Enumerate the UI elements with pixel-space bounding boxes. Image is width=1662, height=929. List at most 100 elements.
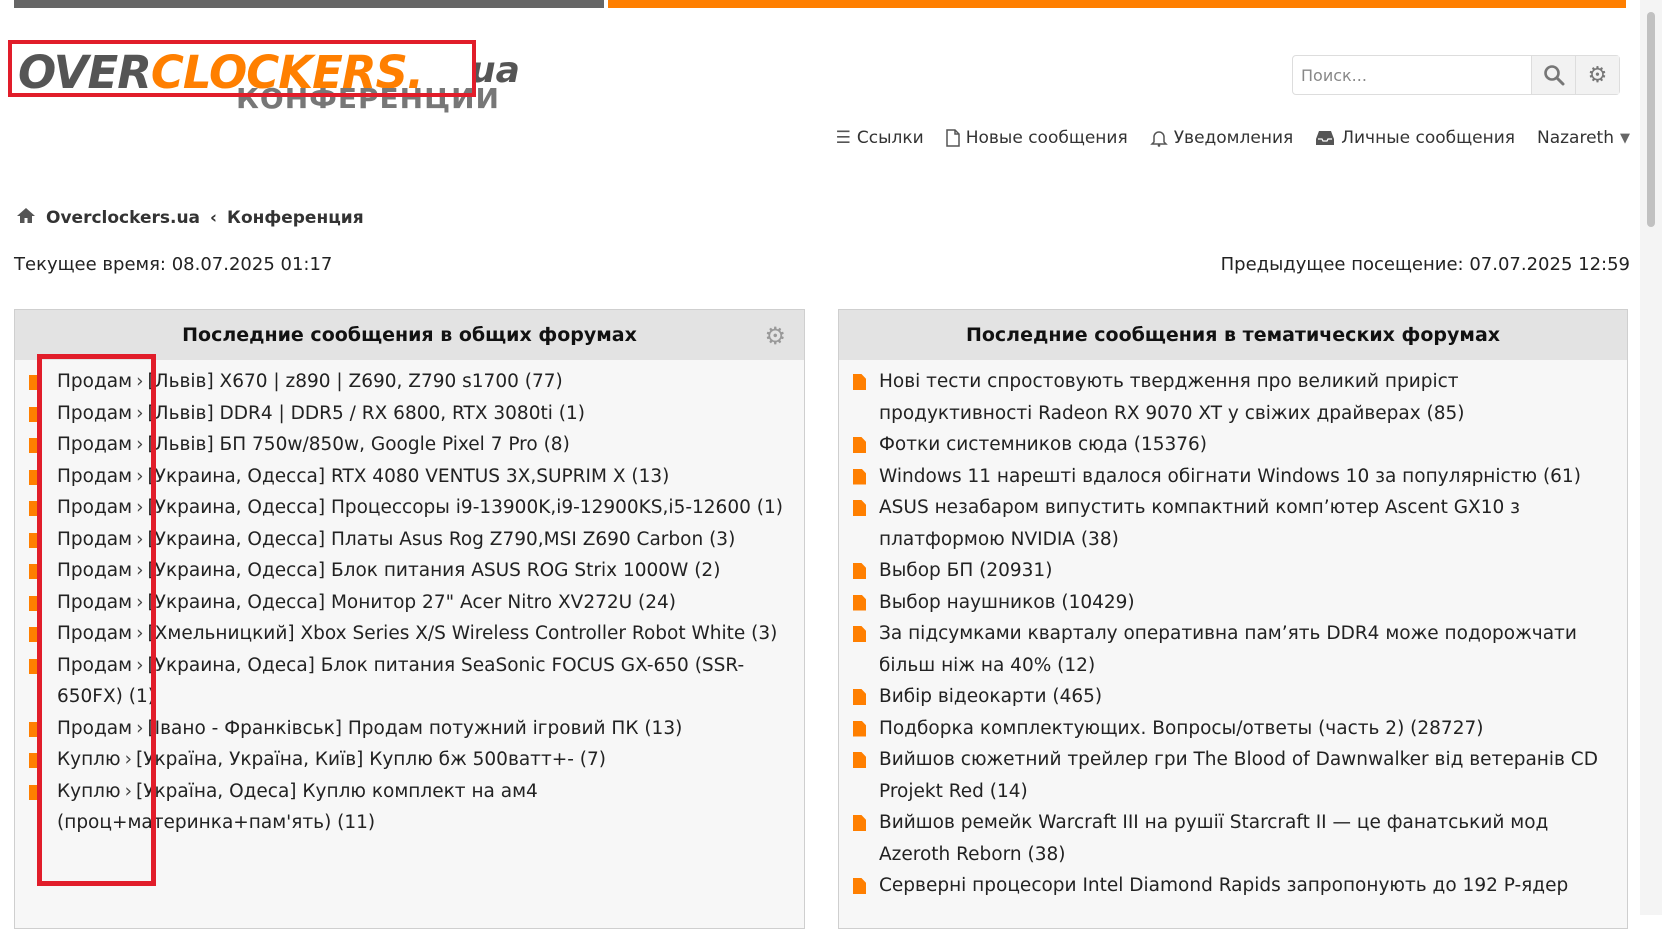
top-nav: ☰ Ссылки Новые сообщения Уведомления Лич…: [836, 128, 1630, 148]
document-icon: [853, 468, 866, 485]
post-category[interactable]: Продам: [57, 718, 132, 739]
site-logo[interactable]: OVERCLOCKERS. ua КОНФЕРЕНЦИИ: [8, 40, 520, 115]
search-settings-button[interactable]: ⚙: [1575, 56, 1619, 94]
post-title[interactable]: [Івано - Франківськ] Продам потужний ігр…: [147, 718, 682, 739]
post-title[interactable]: Нові тести спростовують твердження про в…: [879, 371, 1465, 424]
gear-icon[interactable]: ⚙: [764, 322, 786, 350]
list-item[interactable]: Вийшов ремейк Warcraft III на рушії Star…: [853, 807, 1615, 870]
list-item[interactable]: Фотки системников сюда (15376): [853, 429, 1615, 461]
list-item[interactable]: Продам › [Украина, Одесса] RTX 4080 VENTUS…: [29, 461, 792, 493]
scrollbar[interactable]: [1640, 0, 1662, 915]
marketplace-icon: [29, 501, 41, 516]
post-title[interactable]: [Украина, Одесса] Монитор 27" Acer Nitro…: [147, 592, 676, 613]
document-icon: [853, 374, 866, 390]
list-item[interactable]: Выбор наушников (10429): [853, 587, 1615, 619]
chevron-right-icon: ›: [136, 434, 144, 455]
list-item[interactable]: Продам › [Хмельницкий] Xbox Series X/S Wir…: [29, 618, 792, 650]
list-item[interactable]: Подборка комплектующих. Вопросы/ответы (…: [853, 713, 1615, 745]
post-title[interactable]: Windows 11 нарешті вдалося обігнати Wind…: [879, 466, 1581, 487]
post-category[interactable]: Продам: [57, 466, 132, 487]
nav-new-posts[interactable]: Новые сообщения: [945, 128, 1128, 148]
list-item[interactable]: Продам › [Украина, Одесса] Платы Asus Rog …: [29, 524, 792, 556]
chevron-right-icon: ›: [136, 371, 144, 392]
post-title[interactable]: Фотки системников сюда (15376): [879, 434, 1207, 455]
post-title[interactable]: [Львів] X670 | z890 | Z690, Z790 s1700 (…: [147, 371, 562, 392]
document-icon: [853, 563, 866, 579]
list-item[interactable]: Вийшов сюжетний трейлер гри The Blood of…: [853, 744, 1615, 807]
breadcrumb-home[interactable]: Overclockers.ua: [46, 208, 200, 228]
post-category[interactable]: Продам: [57, 560, 132, 581]
list-item[interactable]: Куплю › [Україна, Одеса] Куплю комплект на…: [29, 776, 792, 839]
list-item[interactable]: Продам › [Івано - Франківськ] Продам потуж…: [29, 713, 792, 745]
list-item[interactable]: Продам › [Украина, Одесса] Процессоры i9-1…: [29, 492, 792, 524]
post-title[interactable]: Вибір відеокарти (465): [879, 686, 1102, 707]
post-title[interactable]: [Хмельницкий] Xbox Series X/S Wireless C…: [147, 623, 777, 644]
topic-forums-panel: Последние сообщения в тематических форум…: [838, 309, 1628, 929]
nav-links[interactable]: ☰ Ссылки: [836, 128, 924, 148]
post-category[interactable]: Продам: [57, 403, 132, 424]
post-title[interactable]: Вийшов сюжетний трейлер гри The Blood of…: [879, 749, 1598, 802]
marketplace-icon: [29, 784, 41, 800]
list-item[interactable]: Продам › [Украина, Одеса] Блок питания Sea…: [29, 650, 792, 713]
document-icon: [853, 815, 866, 831]
post-title[interactable]: Вийшов ремейк Warcraft III на рушії Star…: [879, 812, 1548, 865]
list-item[interactable]: Вибір відеокарти (465): [853, 681, 1615, 713]
post-category[interactable]: Продам: [57, 592, 132, 613]
scrollbar-thumb[interactable]: [1647, 12, 1655, 227]
post-title[interactable]: [Украина, Одесса] Платы Asus Rog Z790,MS…: [147, 529, 735, 550]
right-post-list: Нові тести спростовують твердження про в…: [839, 360, 1627, 902]
post-category[interactable]: Продам: [57, 655, 132, 676]
list-item[interactable]: За підсумками кварталу оперативна пам’ят…: [853, 618, 1615, 681]
marketplace-icon: [29, 658, 41, 674]
post-title[interactable]: Выбор наушников (10429): [879, 592, 1135, 613]
list-item[interactable]: Продам › [Львів] БП 750w/850w, Google Pixe…: [29, 429, 792, 461]
chevron-right-icon: ›: [136, 717, 144, 739]
post-title[interactable]: Выбор БП (20931): [879, 560, 1052, 581]
post-title[interactable]: ASUS незабаром випустить компактний комп…: [879, 497, 1520, 550]
left-post-list: Продам › [Львів] X670 | z890 | Z690, Z790 …: [15, 360, 804, 839]
breadcrumb-separator: ‹: [210, 208, 218, 228]
post-title[interactable]: Подборка комплектующих. Вопросы/ответы (…: [879, 718, 1483, 739]
post-title[interactable]: За підсумками кварталу оперативна пам’ят…: [879, 623, 1577, 676]
post-title[interactable]: [Україна, Україна, Київ] Куплю бж 500ват…: [136, 749, 606, 770]
list-item[interactable]: Продам › [Львів] X670 | z890 | Z690, Z790 …: [29, 366, 792, 398]
search-bar: ⚙: [1292, 55, 1620, 95]
breadcrumb: Overclockers.ua ‹ Конференция: [16, 207, 364, 229]
nav-user-menu[interactable]: Nazareth ▼: [1537, 128, 1630, 148]
post-title[interactable]: Серверні процесори Intel Diamond Rapids …: [879, 875, 1568, 896]
search-button[interactable]: [1531, 56, 1575, 94]
list-item[interactable]: Выбор БП (20931): [853, 555, 1615, 587]
list-item[interactable]: Продам › [Украина, Одесса] Монитор 27" Ace…: [29, 587, 792, 619]
post-title[interactable]: [Украина, Одесса] Блок питания ASUS ROG …: [147, 560, 720, 581]
post-category[interactable]: Продам: [57, 623, 132, 644]
post-title[interactable]: [Львів] DDR4 | DDR5 / RX 6800, RTX 3080t…: [147, 403, 584, 424]
post-title[interactable]: [Украина, Одесса] Процессоры i9-13900K,i…: [147, 497, 782, 518]
search-input[interactable]: [1293, 56, 1531, 94]
list-item[interactable]: ASUS незабаром випустить компактний комп…: [853, 492, 1615, 555]
list-item[interactable]: Серверні процесори Intel Diamond Rapids …: [853, 870, 1615, 902]
document-icon: [853, 689, 866, 705]
gear-icon: ⚙: [1587, 62, 1608, 88]
list-item[interactable]: Продам › [Украина, Одесса] Блок питания AS…: [29, 555, 792, 587]
list-item[interactable]: Нові тести спростовують твердження про в…: [853, 366, 1615, 429]
list-item[interactable]: Куплю › [Україна, Україна, Київ] Куплю бж …: [29, 744, 792, 776]
breadcrumb-current[interactable]: Конференция: [227, 208, 364, 228]
post-category[interactable]: Куплю: [57, 749, 121, 770]
list-item[interactable]: Продам › [Львів] DDR4 | DDR5 / RX 6800, RT…: [29, 398, 792, 430]
post-category[interactable]: Продам: [57, 497, 132, 518]
post-title[interactable]: [Украина, Одеса] Блок питания SeaSonic F…: [57, 655, 744, 708]
panel-title: Последние сообщения в тематических форум…: [965, 324, 1501, 346]
nav-messages[interactable]: Личные сообщения: [1315, 128, 1515, 148]
document-icon: [853, 878, 866, 894]
nav-notifications[interactable]: Уведомления: [1149, 128, 1293, 148]
post-category[interactable]: Продам: [57, 529, 132, 550]
chevron-right-icon: ›: [136, 528, 144, 550]
post-title[interactable]: [Львів] БП 750w/850w, Google Pixel 7 Pro…: [147, 434, 569, 455]
post-category[interactable]: Куплю: [57, 781, 121, 802]
post-category[interactable]: Продам: [57, 371, 132, 392]
chevron-right-icon: ›: [136, 560, 144, 581]
logo-highlight-box: [8, 40, 476, 97]
post-title[interactable]: [Украина, Одесса] RTX 4080 VENTUS 3X,SUP…: [147, 466, 669, 487]
list-item[interactable]: Windows 11 нарешті вдалося обігнати Wind…: [853, 461, 1615, 493]
post-category[interactable]: Продам: [57, 434, 132, 455]
